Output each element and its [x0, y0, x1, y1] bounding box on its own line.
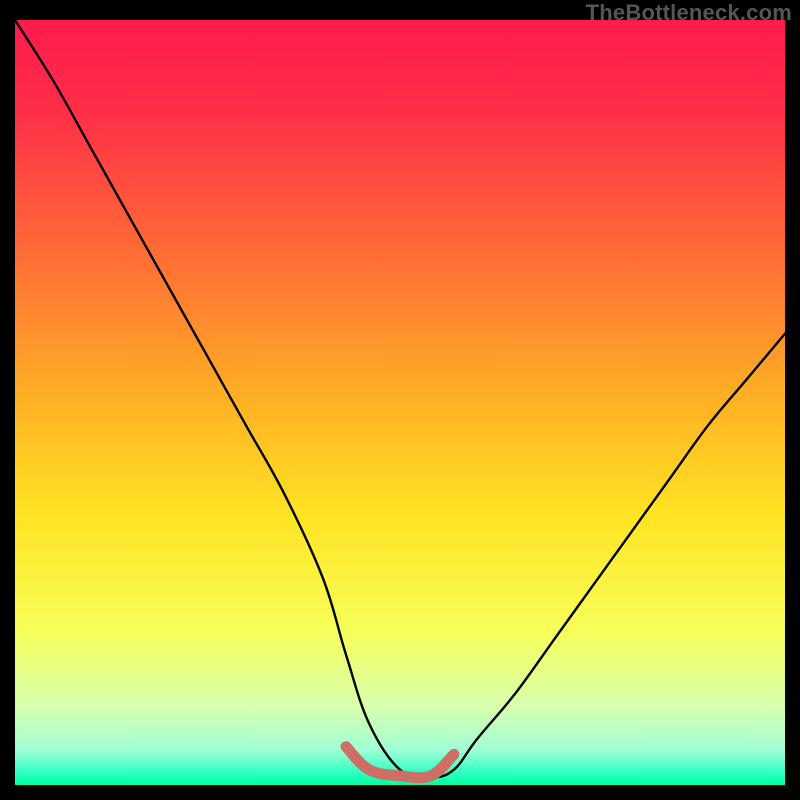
- watermark-text: TheBottleneck.com: [586, 0, 792, 26]
- gradient-background: [15, 20, 785, 785]
- plot-area: [15, 20, 785, 785]
- chart-container: TheBottleneck.com: [0, 0, 800, 800]
